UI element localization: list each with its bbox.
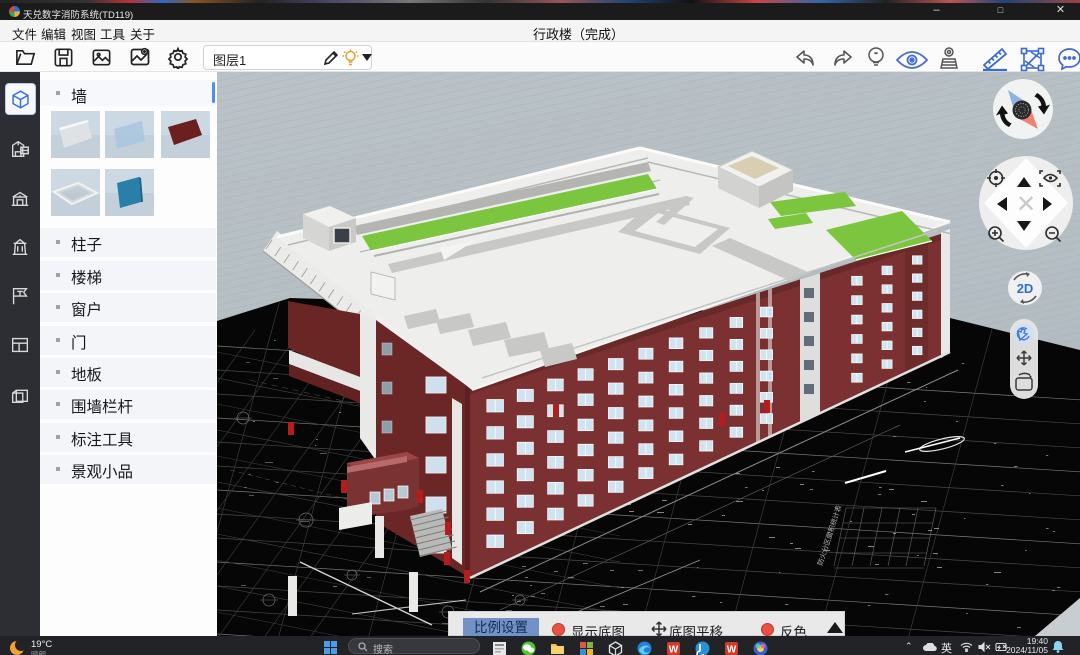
- svg-text:W: W: [669, 645, 679, 655]
- svg-text:✕: ✕: [1016, 191, 1036, 218]
- svg-text:2D: 2D: [1017, 281, 1034, 296]
- svg-text:W: W: [727, 645, 737, 655]
